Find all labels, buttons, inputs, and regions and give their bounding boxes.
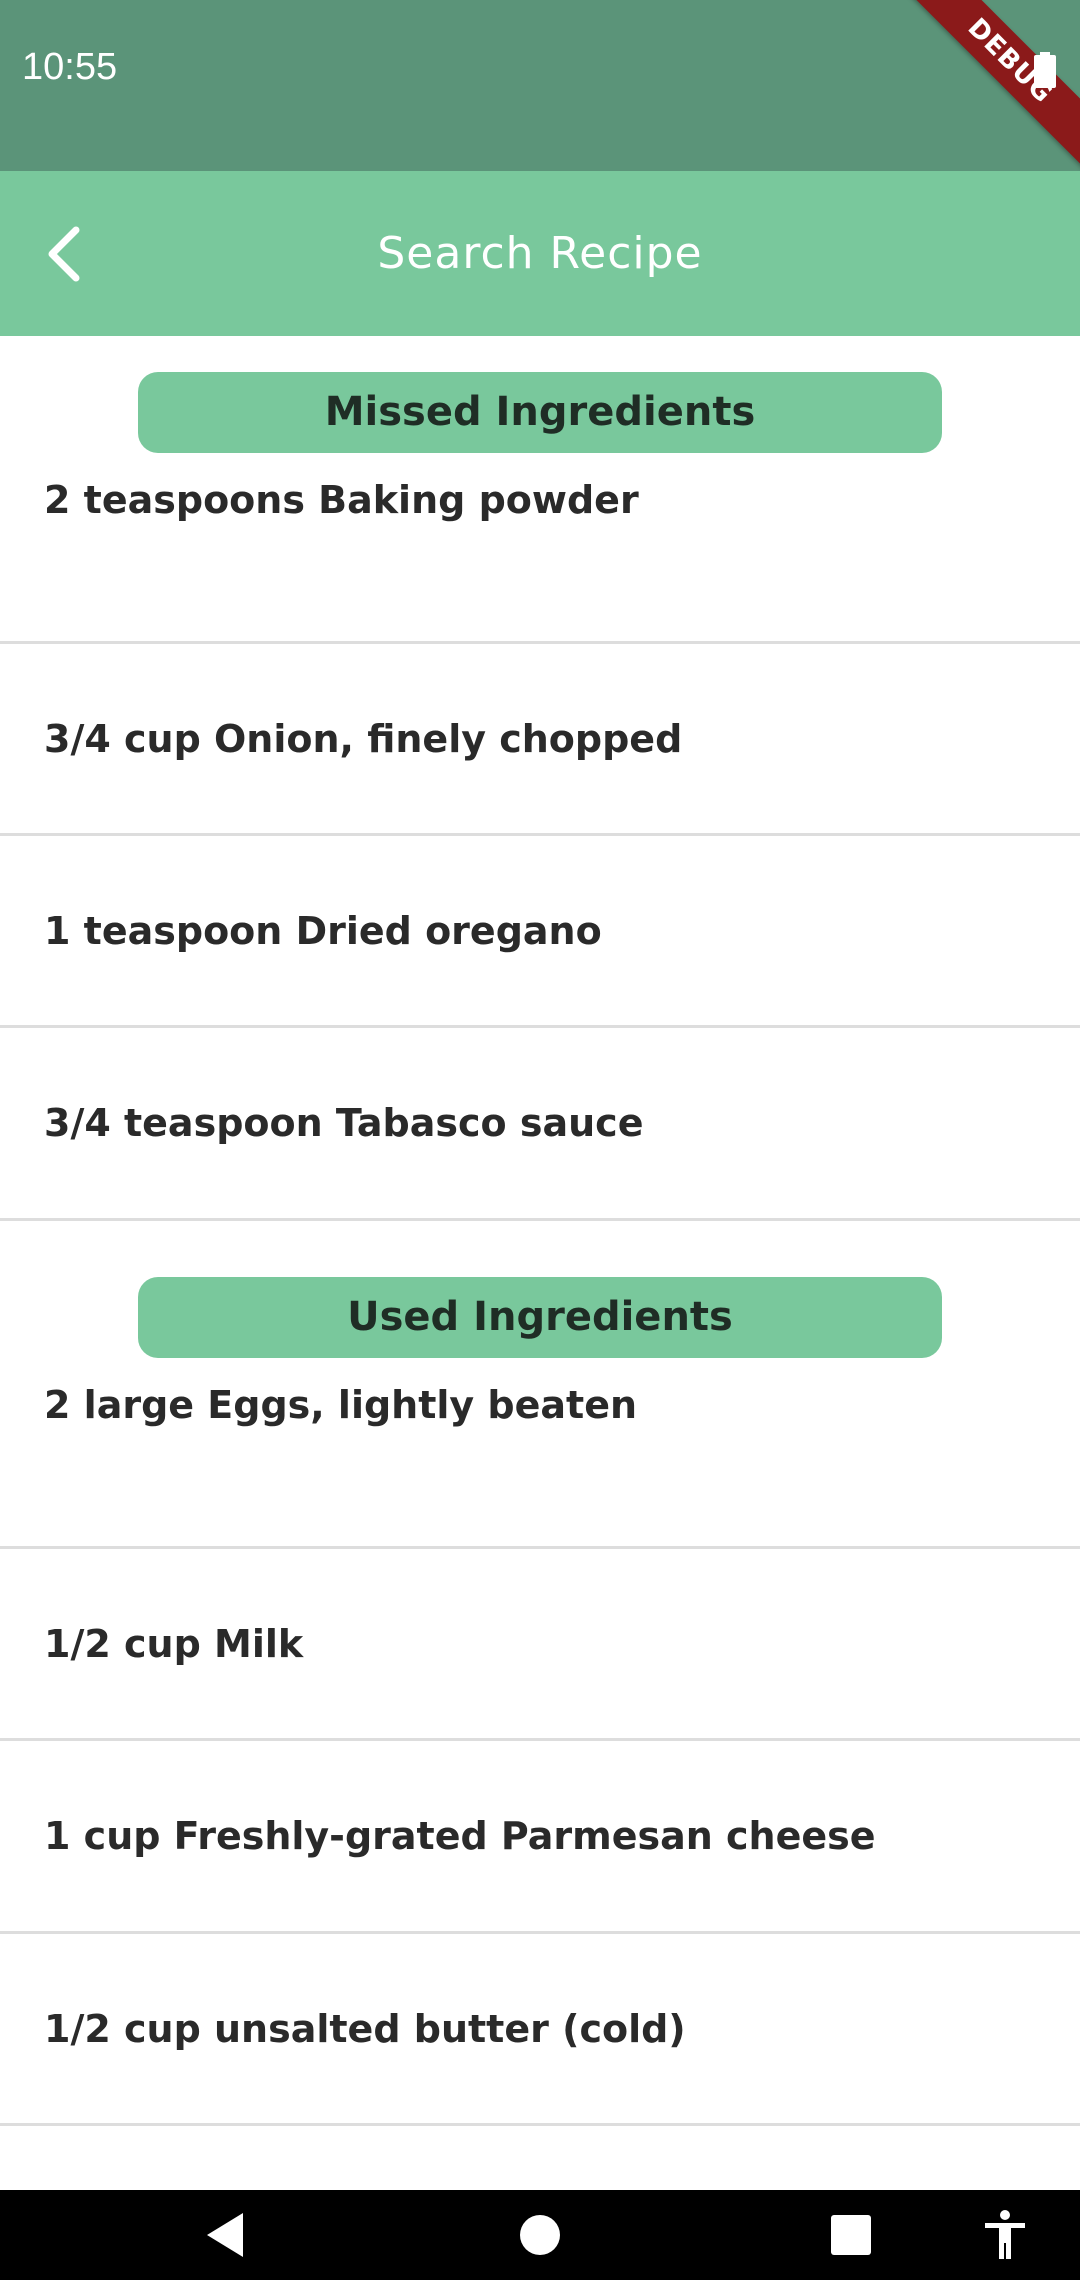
ingredient-label: 2 teaspoons Baking powder	[44, 478, 639, 522]
status-time: 10:55	[22, 46, 118, 88]
debug-banner: DEBUG	[894, 0, 1080, 177]
nav-accessibility-button[interactable]	[960, 2190, 1050, 2280]
list-item[interactable]: 2 teaspoons Baking powder	[0, 453, 1080, 644]
nav-back-button[interactable]	[180, 2190, 270, 2280]
screen: 10:55 DEBUG Search Recipe Missed Ingredi…	[0, 0, 1080, 2280]
back-button[interactable]	[24, 211, 104, 296]
nav-home-button[interactable]	[495, 2190, 585, 2280]
list-item[interactable]: 1 cup Freshly-grated Parmesan cheese	[0, 1741, 1080, 1934]
nav-recents-button[interactable]	[806, 2190, 896, 2280]
system-nav-bar	[0, 2190, 1080, 2280]
list-item[interactable]: 1 teaspoon Dried oregano	[0, 836, 1080, 1028]
list-item[interactable]: 1/2 cup Milk	[0, 1549, 1080, 1741]
chevron-left-icon	[48, 226, 80, 281]
ingredient-label: 3/4 teaspoon Tabasco sauce	[44, 1101, 644, 1145]
ingredient-label: 1 teaspoon Dried oregano	[44, 908, 602, 953]
ingredient-label: 3/4 cup Onion, finely chopped	[44, 716, 683, 761]
ingredient-label: 1/2 cup unsalted butter (cold)	[44, 2006, 686, 2051]
list-item[interactable]: 3/4 cup Onion, finely chopped	[0, 644, 1080, 836]
page-title: Search Recipe	[377, 228, 703, 279]
accessibility-icon	[985, 2210, 1025, 2259]
battery-icon	[1034, 52, 1056, 88]
used-ingredients-list: 2 large Eggs, lightly beaten 1/2 cup Mil…	[0, 1358, 1080, 2126]
ingredients-content[interactable]: Missed Ingredients 2 teaspoons Baking po…	[0, 336, 1080, 2190]
ingredient-label: 1 cup Freshly-grated Parmesan cheese	[44, 1814, 876, 1858]
list-item[interactable]: 2 large Eggs, lightly beaten	[0, 1358, 1080, 1549]
ingredient-label: 2 large Eggs, lightly beaten	[44, 1383, 638, 1427]
triangle-back-icon	[207, 2213, 243, 2257]
circle-home-icon	[520, 2215, 560, 2255]
status-bar: 10:55 DEBUG	[0, 0, 1080, 177]
ingredient-label: 1/2 cup Milk	[44, 1621, 304, 1666]
list-item[interactable]: 3/4 teaspoon Tabasco sauce	[0, 1028, 1080, 1221]
list-item[interactable]: 1/2 cup unsalted butter (cold)	[0, 1934, 1080, 2126]
app-bar: Search Recipe	[0, 171, 1080, 336]
square-recents-icon	[831, 2215, 871, 2255]
missed-ingredients-list: 2 teaspoons Baking powder 3/4 cup Onion,…	[0, 453, 1080, 1221]
